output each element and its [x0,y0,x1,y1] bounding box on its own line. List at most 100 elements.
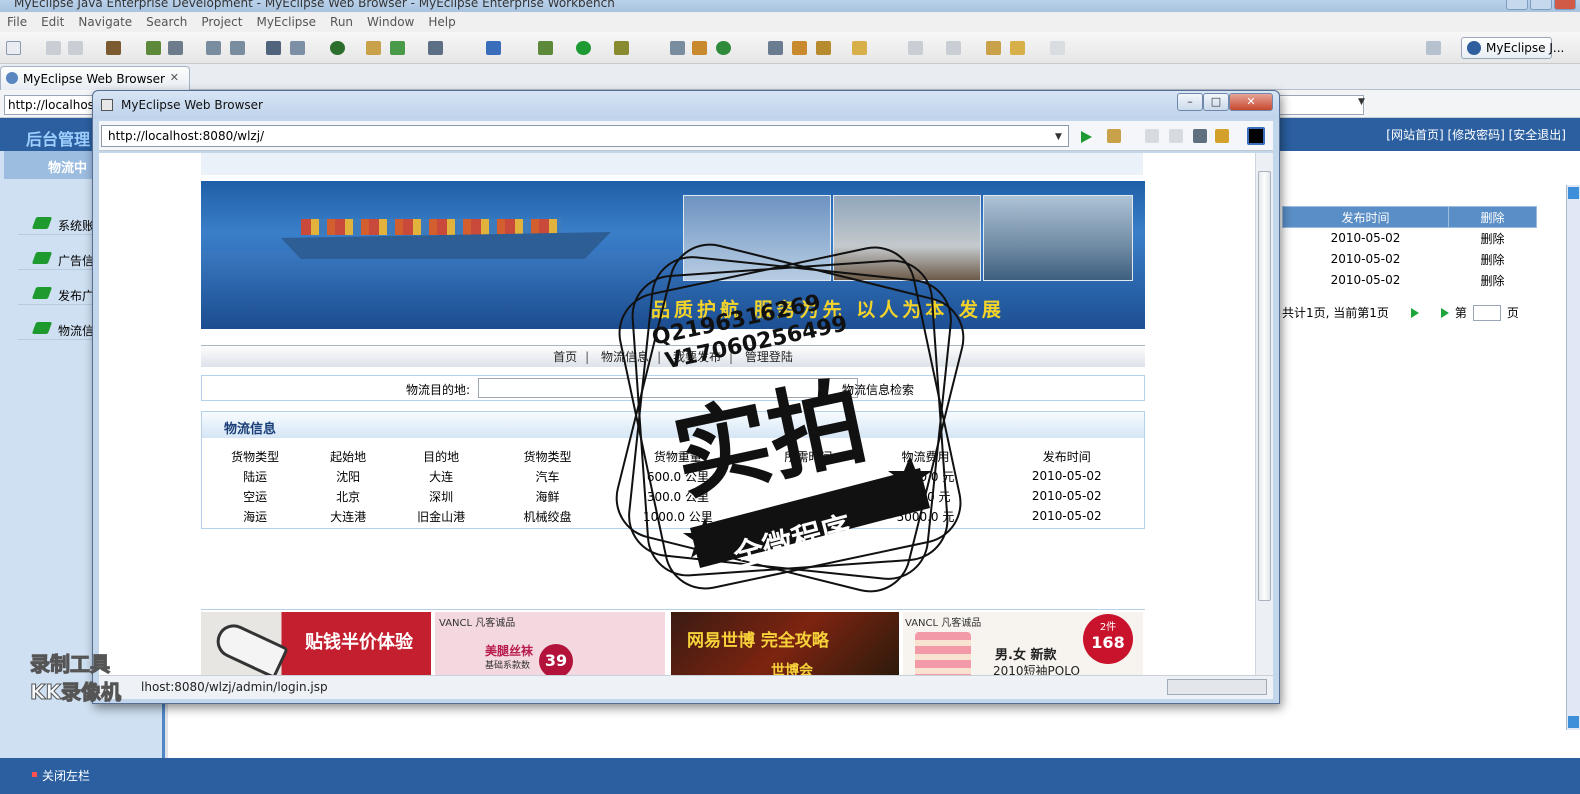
sidebar-item-label: 发布广 [58,289,95,303]
close-button[interactable]: ✕ [1229,93,1273,111]
table-row: 2010-05-02 删除 [1283,228,1537,249]
arrow-icon [31,287,53,299]
annotation-icon[interactable] [908,41,923,55]
refresh-icon[interactable] [1215,129,1229,143]
admin-footer: 关闭左栏 [0,758,1580,794]
forward-icon[interactable] [1050,41,1065,55]
bug-icon[interactable] [146,41,161,55]
last-edit-icon[interactable] [986,41,1001,55]
cell: 大连 [429,469,454,484]
cell: 沈阳 [336,469,361,484]
build-icon[interactable] [692,41,707,55]
last-page-icon[interactable] [1440,307,1449,318]
tv-icon[interactable] [1247,127,1265,145]
delete-link[interactable]: 删除 [1449,228,1537,249]
popup-scrollbar[interactable] [1255,153,1273,675]
menu-edit[interactable]: Edit [34,12,71,32]
page-input[interactable] [1472,304,1501,321]
menu-myeclipse[interactable]: MyEclipse [249,12,323,32]
ad-stockings[interactable]: VANCL 凡客诚品 美腿丝袜 基础系款数 39 [435,612,665,675]
scrollbar-thumb[interactable] [1258,171,1271,601]
print-icon[interactable] [68,41,83,55]
popup-title-bar[interactable]: MyEclipse Web Browser – □ ✕ [93,91,1279,119]
external-tools-icon[interactable] [614,41,629,55]
menu-project[interactable]: Project [194,12,249,32]
forward-icon[interactable] [1169,129,1183,143]
menu-file[interactable]: File [0,12,34,32]
go-icon[interactable] [1081,131,1092,143]
deploy-icon[interactable] [266,41,281,55]
stop-icon[interactable] [1193,129,1207,143]
menu-navigate[interactable]: Navigate [71,12,139,32]
pin-icon[interactable] [792,41,807,55]
perspective-switcher[interactable]: MyEclipse J... [1461,37,1564,59]
bullet-icon [32,772,37,777]
ide-minimize-button[interactable] [1506,0,1528,10]
ad-subtext: 世博会 [771,663,813,675]
admin-scrollbar[interactable] [1566,185,1580,730]
chevron-down-icon[interactable]: ▼ [1055,132,1062,142]
cell: 北京 [336,489,361,504]
open-folder-icon[interactable] [852,41,867,55]
server-icon[interactable] [168,41,183,55]
new-class-icon[interactable] [486,41,501,55]
ide-close-button[interactable] [1554,0,1576,10]
wizard-icon[interactable] [206,41,221,55]
close-icon[interactable]: ✕ [170,71,179,84]
menu-help[interactable]: Help [421,12,462,32]
new-icon[interactable] [6,41,21,55]
table-row: 2010-05-02 删除 [1283,270,1537,291]
close-sidebar-link[interactable]: 关闭左栏 [42,767,90,784]
nav-home[interactable]: 首页 [553,350,577,364]
next-annotation-icon[interactable] [946,41,961,55]
ide-toolbar [0,32,1580,64]
refresh-icon[interactable] [716,41,731,55]
admin-table: 发布时间 删除 2010-05-02 删除 2010-05-02 删除 2010-0… [1282,206,1537,291]
maximize-button[interactable]: □ [1203,93,1229,111]
package-icon[interactable] [106,41,121,55]
tasks-icon[interactable] [768,41,783,55]
ide-menu-bar: File Edit Navigate Search Project MyEcli… [0,12,1580,32]
menu-window[interactable]: Window [360,12,421,32]
open-perspective-icon[interactable] [1426,41,1441,55]
cell-date: 2010-05-02 [1330,231,1401,246]
progress-bar [1167,679,1267,695]
column-header: 删除 [1448,206,1537,228]
minimize-button[interactable]: – [1177,93,1203,111]
admin-top-links[interactable]: [网站首页] [修改密码] [安全退出] [1386,126,1566,143]
folder-icon[interactable] [366,41,381,55]
camera-icon[interactable] [428,41,443,55]
debug-icon[interactable] [538,41,553,55]
url-input[interactable]: http://localhost:8080/wlzj/ [101,125,1069,147]
ide-maximize-button[interactable] [1530,0,1552,10]
tab-web-browser[interactable]: MyEclipse Web Browser ✕ [0,66,190,90]
ad-shoes[interactable]: 贴钱半价体验 [201,612,431,675]
run-icon[interactable] [576,41,591,55]
globe-icon [6,72,18,84]
next-page-icon[interactable] [1410,307,1419,318]
file-icon[interactable] [290,41,305,55]
popup-status-bar: lhost:8080/wlzj/admin/login.jsp [99,675,1273,699]
cell: 大连港 [330,509,367,524]
delete-link[interactable]: 删除 [1449,249,1537,270]
open-icon[interactable] [390,41,405,55]
column-header: 货物类型 [523,449,572,464]
back-icon[interactable] [1010,41,1025,55]
bookmark-icon[interactable] [816,41,831,55]
ad-price-badge: 2件 168 [1083,614,1133,664]
globe-icon[interactable] [330,41,345,55]
ad-polo[interactable]: VANCL 凡客诚品 男.女 新款 2010短袖POLO 2件 168 [903,612,1143,675]
search-file-icon[interactable] [230,41,245,55]
save-icon[interactable] [46,41,61,55]
menu-run[interactable]: Run [323,12,360,32]
delete-link[interactable]: 删除 [1449,270,1537,291]
ad-expo[interactable]: 网易世博 完全攻略 世博会 [671,612,899,675]
menu-search[interactable]: Search [139,12,194,32]
recorder-line1: 录制工具 [30,652,111,677]
favorites-icon[interactable] [1107,129,1121,143]
back-icon[interactable] [1145,129,1159,143]
pager-page-label: 第 [1454,306,1467,320]
cell: 海运 [243,509,268,524]
chevron-down-icon[interactable]: ▼ [1358,97,1365,107]
hierarchy-icon[interactable] [670,41,685,55]
